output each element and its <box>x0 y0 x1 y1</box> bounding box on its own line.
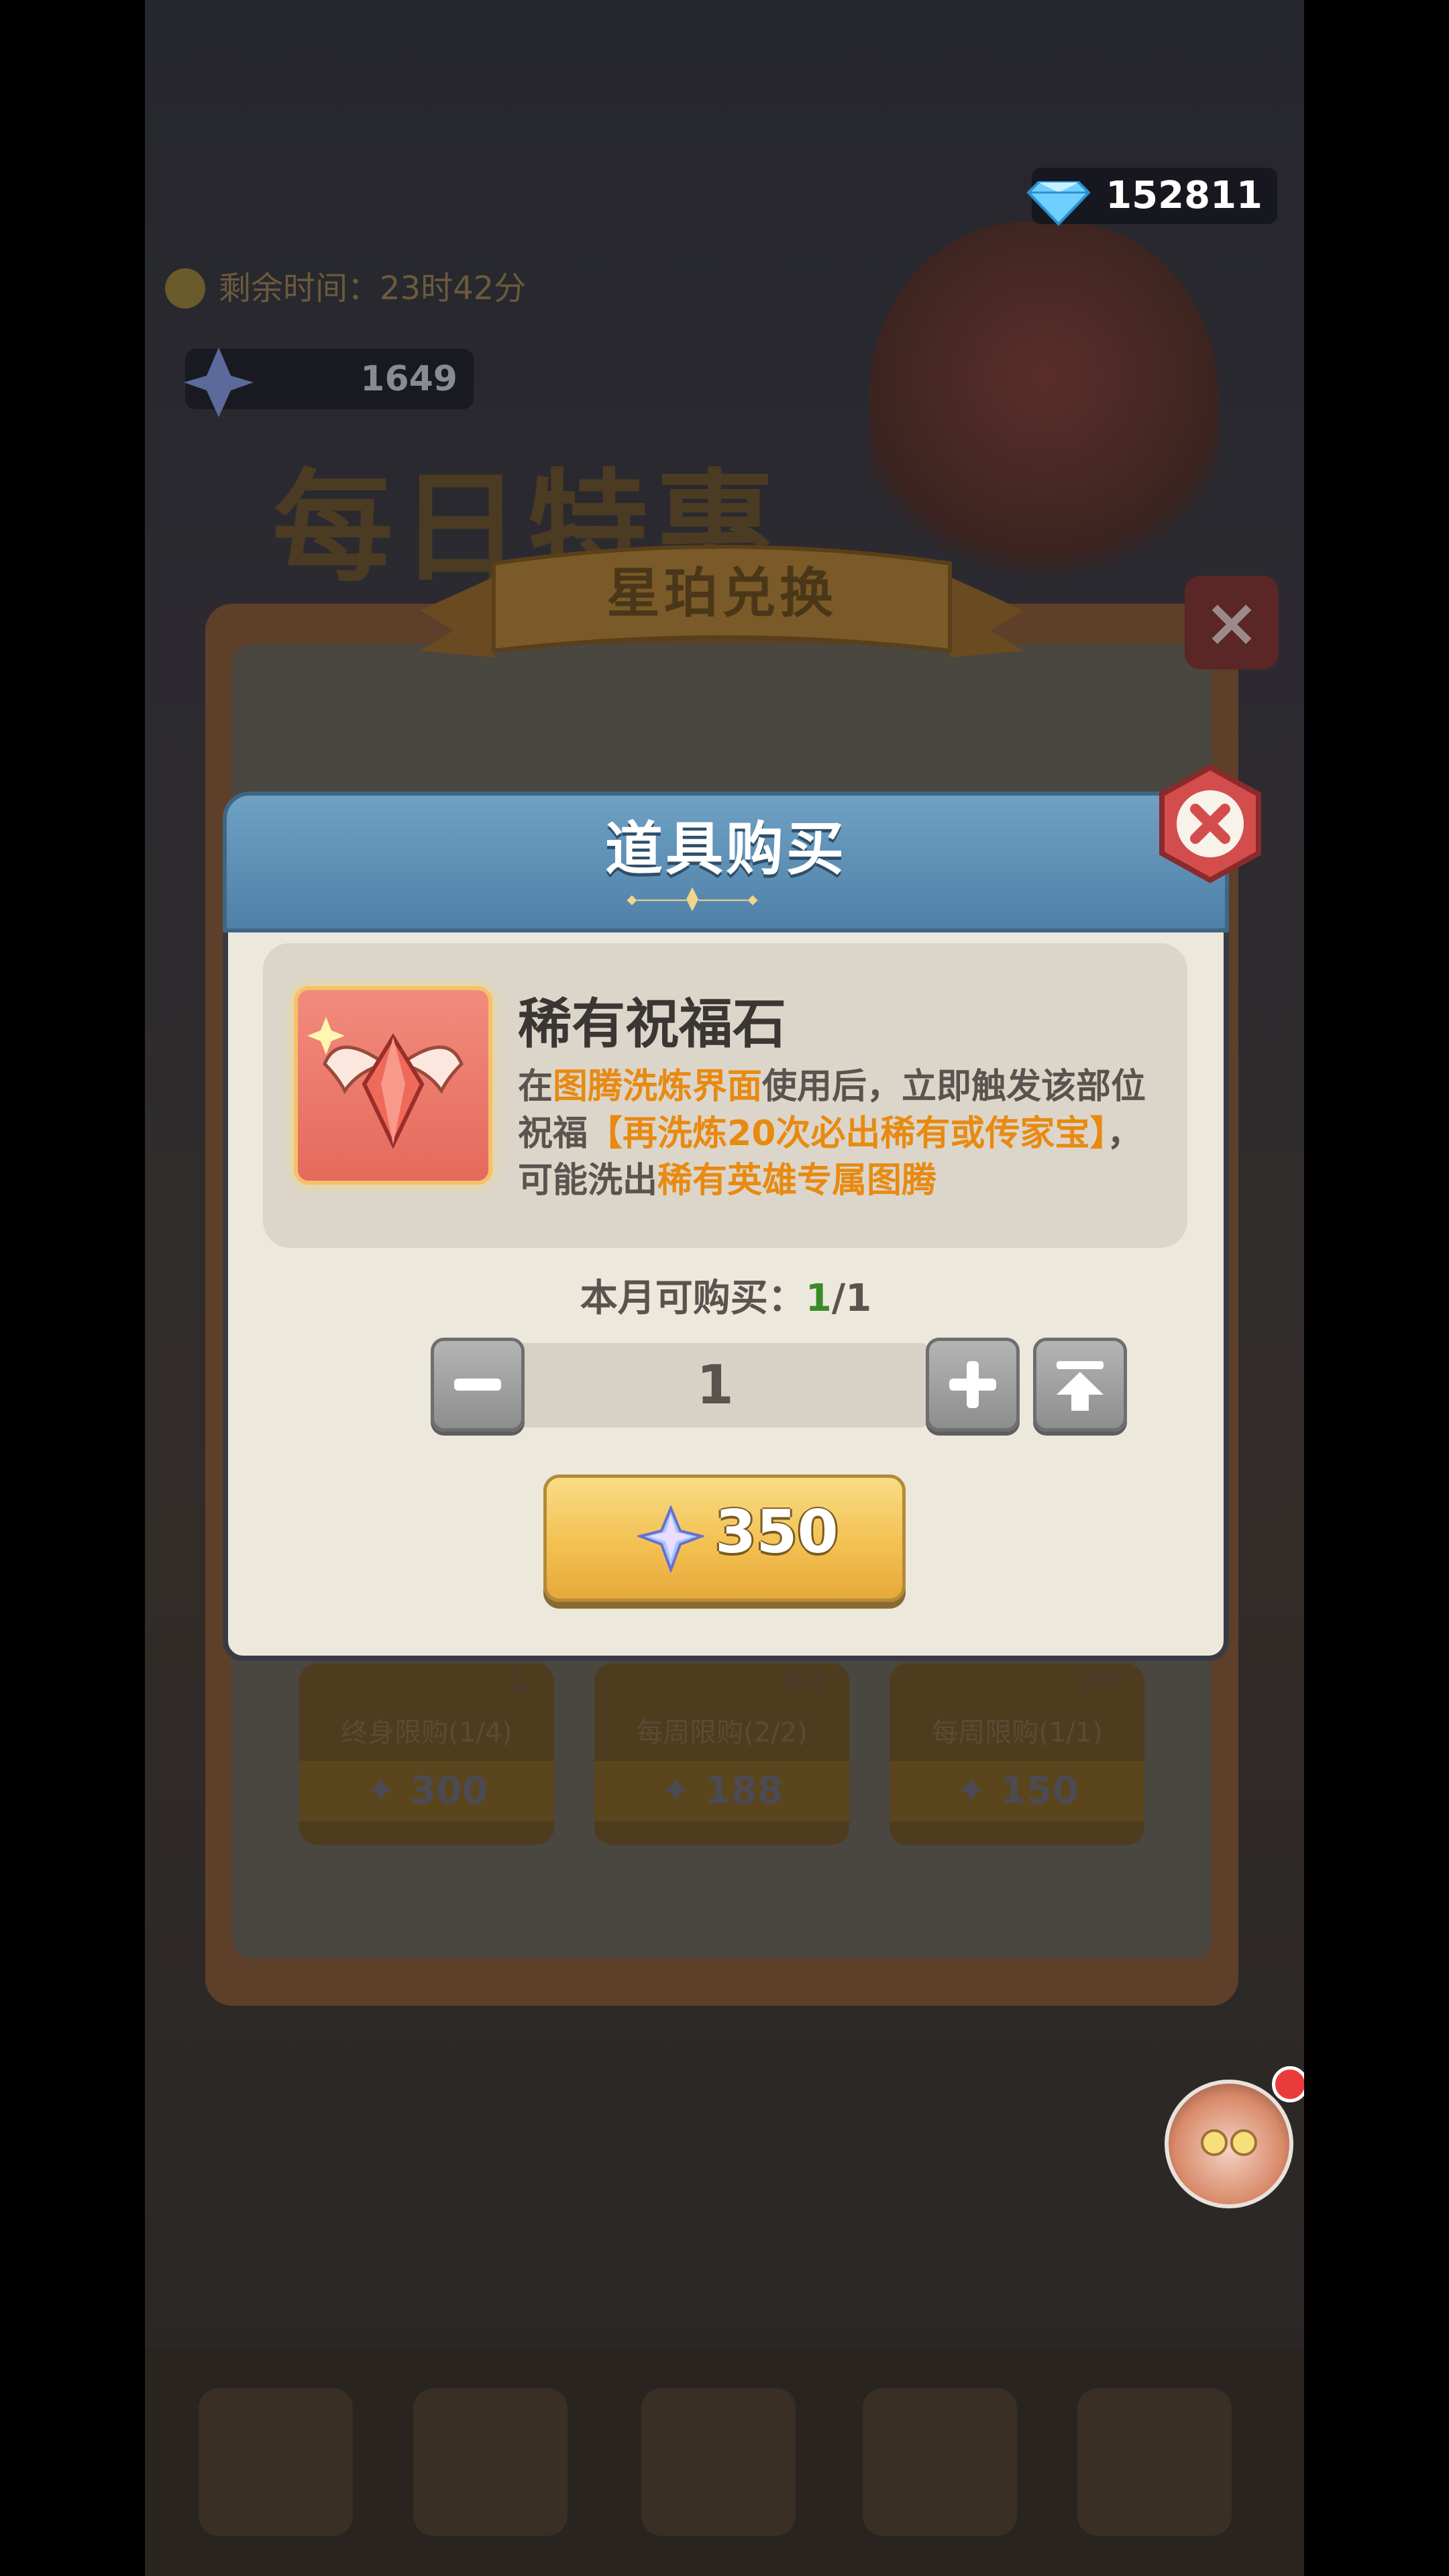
item-name: 稀有祝福石 <box>518 993 786 1055</box>
nav-item[interactable] <box>413 2388 568 2536</box>
max-icon <box>1057 1361 1104 1411</box>
plus-icon <box>949 1361 996 1408</box>
card-limit: 每周限购(1/1) <box>931 1717 1103 1748</box>
shop-card[interactable]: 50 每周限购(2/2) ✦ 188 <box>594 1664 849 1845</box>
card-limit: 每周限购(2/2) <box>636 1717 808 1748</box>
shop-close-button[interactable]: × <box>1185 576 1279 669</box>
remaining-time-text: 剩余时间：23时42分 <box>219 270 527 307</box>
buy-price: 350 <box>715 1497 839 1566</box>
monthly-purchase-limit: 本月可购买：1/1 <box>223 1268 1229 1322</box>
shop-card[interactable]: 1 终身限购(1/4) ✦ 300 <box>299 1664 554 1845</box>
shop-card[interactable]: 20 每周限购(1/1) ✦ 150 <box>890 1664 1144 1845</box>
shop-title: 星珀兑换 <box>606 562 837 625</box>
avatar-face-icon <box>1201 2129 1257 2156</box>
minus-icon <box>454 1379 501 1391</box>
game-viewport: 每日特惠 152811 剩余时间：23时42分 1649 星珀兑换 × 1 终身… <box>145 0 1304 2576</box>
card-limit: 终身限购(1/4) <box>341 1717 513 1748</box>
star-amber-amount: 1649 <box>360 359 458 399</box>
diamond-icon <box>1026 181 1091 226</box>
remaining-time: 剩余时间：23时42分 <box>165 262 526 315</box>
dialog-close-button[interactable] <box>1150 763 1271 884</box>
card-price: ✦ 150 <box>890 1761 1144 1821</box>
nav-back-button[interactable] <box>199 2388 353 2536</box>
nav-item-active[interactable] <box>641 2388 796 2536</box>
limit-label: 本月可购买： <box>580 1277 806 1320</box>
gem-amount: 152811 <box>1106 174 1263 217</box>
desc-text: 在 <box>518 1067 553 1107</box>
star-amber-icon <box>637 1505 704 1572</box>
card-price: ✦ 188 <box>594 1761 849 1821</box>
nav-item[interactable] <box>863 2388 1017 2536</box>
card-qty: 20 <box>1078 1664 1118 1697</box>
star-amber-counter: 1649 <box>184 347 474 417</box>
limit-total: /1 <box>831 1277 872 1320</box>
dialog-title: 道具购买 <box>605 816 847 883</box>
increase-quantity-button[interactable] <box>926 1338 1020 1432</box>
card-price-value: 300 <box>409 1769 488 1813</box>
notification-dot <box>1272 2066 1304 2102</box>
card-qty: 50 <box>783 1664 822 1697</box>
nav-item[interactable] <box>1077 2388 1232 2536</box>
assistant-avatar[interactable] <box>1165 2080 1293 2208</box>
star-amber-icon <box>184 347 254 417</box>
decrease-quantity-button[interactable] <box>431 1338 525 1432</box>
max-quantity-button[interactable] <box>1033 1338 1127 1432</box>
item-icon-frame <box>294 986 492 1185</box>
clock-icon <box>165 268 205 309</box>
desc-highlight: 【再洗炼20次必出稀有或传家宝】 <box>588 1114 1108 1154</box>
gem-counter: 152811 <box>1026 168 1277 226</box>
quantity-value[interactable]: 1 <box>500 1343 930 1428</box>
limit-current: 1 <box>805 1277 832 1320</box>
item-description: 在图腾洗炼界面使用后，立即触发该部位祝福【再洗炼20次必出稀有或传家宝】，可能洗… <box>518 1063 1155 1204</box>
blessing-stone-icon <box>307 1017 464 1149</box>
card-price: ✦ 300 <box>299 1761 554 1821</box>
desc-highlight: 图腾洗炼界面 <box>553 1067 763 1107</box>
desc-highlight: 稀有英雄专属图腾 <box>657 1161 937 1201</box>
close-icon: × <box>1203 583 1260 661</box>
header-ornament <box>627 887 758 912</box>
card-price-value: 188 <box>704 1769 784 1813</box>
card-qty: 1 <box>507 1664 527 1697</box>
card-price-value: 150 <box>1000 1769 1079 1813</box>
